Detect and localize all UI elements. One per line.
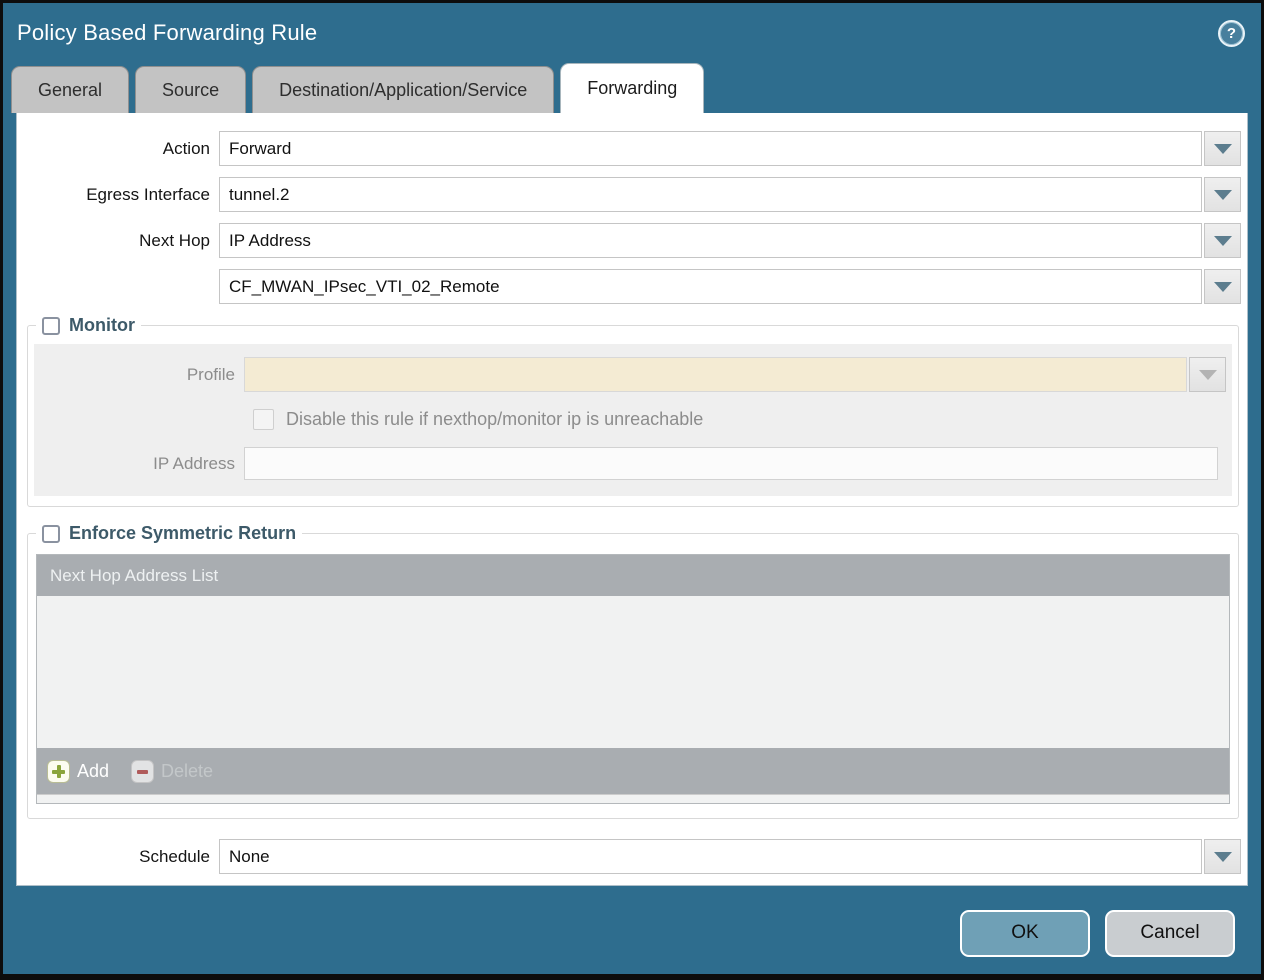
table-scroll-strip (37, 794, 1229, 803)
action-input[interactable] (219, 131, 1202, 166)
monitor-profile-row: Profile (34, 357, 1226, 392)
chevron-down-icon (1199, 370, 1217, 380)
help-glyph: ? (1227, 25, 1236, 42)
next-hop-type-dropdown-button[interactable] (1204, 223, 1241, 258)
profile-dropdown-button (1189, 357, 1226, 392)
tab-general[interactable]: General (11, 66, 129, 113)
delete-button-label: Delete (161, 761, 213, 782)
monitor-ip-input (244, 447, 1218, 480)
tab-bar: General Source Destination/Application/S… (3, 63, 1261, 113)
egress-interface-label: Egress Interface (17, 185, 219, 205)
schedule-dropdown-button[interactable] (1204, 839, 1241, 874)
ok-button[interactable]: OK (960, 910, 1090, 957)
table-header-label: Next Hop Address List (50, 566, 218, 586)
egress-interface-row: Egress Interface (17, 177, 1241, 212)
add-button-label: Add (77, 761, 109, 782)
monitor-section: Monitor Profile Disable this rule if nex… (27, 315, 1239, 507)
add-button[interactable]: Add (47, 760, 109, 783)
action-row: Action (17, 131, 1241, 166)
tab-label: Forwarding (587, 78, 677, 99)
next-hop-address-row (17, 269, 1241, 304)
enforce-symmetric-return-legend: Enforce Symmetric Return (36, 523, 302, 544)
monitor-legend-label: Monitor (69, 315, 135, 336)
next-hop-address-dropdown-button[interactable] (1204, 269, 1241, 304)
enforce-symmetric-return-legend-label: Enforce Symmetric Return (69, 523, 296, 544)
monitor-legend: Monitor (36, 315, 141, 336)
schedule-input[interactable] (219, 839, 1202, 874)
chevron-down-icon (1214, 144, 1232, 154)
next-hop-address-list-table: Next Hop Address List Add Delete (36, 554, 1230, 804)
table-toolbar: Add Delete (37, 748, 1229, 794)
tab-label: Source (162, 80, 219, 101)
tab-source[interactable]: Source (135, 66, 246, 113)
forwarding-tab-panel: Action Egress Interface Next Hop (16, 113, 1248, 886)
tab-label: General (38, 80, 102, 101)
monitor-ip-row: IP Address (34, 447, 1226, 480)
next-hop-address-input[interactable] (219, 269, 1202, 304)
dialog-titlebar: Policy Based Forwarding Rule ? (3, 3, 1261, 63)
minus-icon (131, 760, 154, 783)
table-header: Next Hop Address List (37, 555, 1229, 596)
monitor-body: Profile Disable this rule if nexthop/mon… (34, 344, 1232, 496)
schedule-row: Schedule (17, 839, 1241, 874)
monitor-checkbox[interactable] (42, 317, 60, 335)
delete-button: Delete (131, 760, 213, 783)
next-hop-type-input[interactable] (219, 223, 1202, 258)
chevron-down-icon (1214, 190, 1232, 200)
monitor-ip-label: IP Address (34, 454, 244, 474)
action-dropdown-button[interactable] (1204, 131, 1241, 166)
next-hop-row: Next Hop (17, 223, 1241, 258)
egress-interface-input[interactable] (219, 177, 1202, 212)
action-label: Action (17, 139, 219, 159)
tab-forwarding[interactable]: Forwarding (560, 63, 704, 113)
tab-destination-application-service[interactable]: Destination/Application/Service (252, 66, 554, 113)
table-body-empty[interactable] (37, 596, 1229, 748)
egress-interface-dropdown-button[interactable] (1204, 177, 1241, 212)
tab-label: Destination/Application/Service (279, 80, 527, 101)
chevron-down-icon (1214, 852, 1232, 862)
disable-rule-checkbox (253, 409, 274, 430)
profile-label: Profile (34, 365, 244, 385)
enforce-symmetric-return-section: Enforce Symmetric Return Next Hop Addres… (27, 523, 1239, 819)
next-hop-label: Next Hop (17, 231, 219, 251)
chevron-down-icon (1214, 236, 1232, 246)
dialog-footer: OK Cancel (3, 886, 1261, 974)
help-icon[interactable]: ? (1218, 20, 1245, 47)
plus-icon (47, 760, 70, 783)
disable-rule-label: Disable this rule if nexthop/monitor ip … (286, 409, 703, 430)
schedule-label: Schedule (17, 847, 219, 867)
chevron-down-icon (1214, 282, 1232, 292)
pbf-rule-dialog: Policy Based Forwarding Rule ? General S… (0, 0, 1264, 980)
enforce-symmetric-return-checkbox[interactable] (42, 525, 60, 543)
profile-input (244, 357, 1187, 392)
cancel-button[interactable]: Cancel (1105, 910, 1235, 957)
dialog-title: Policy Based Forwarding Rule (17, 20, 317, 46)
disable-rule-row: Disable this rule if nexthop/monitor ip … (253, 409, 1226, 430)
